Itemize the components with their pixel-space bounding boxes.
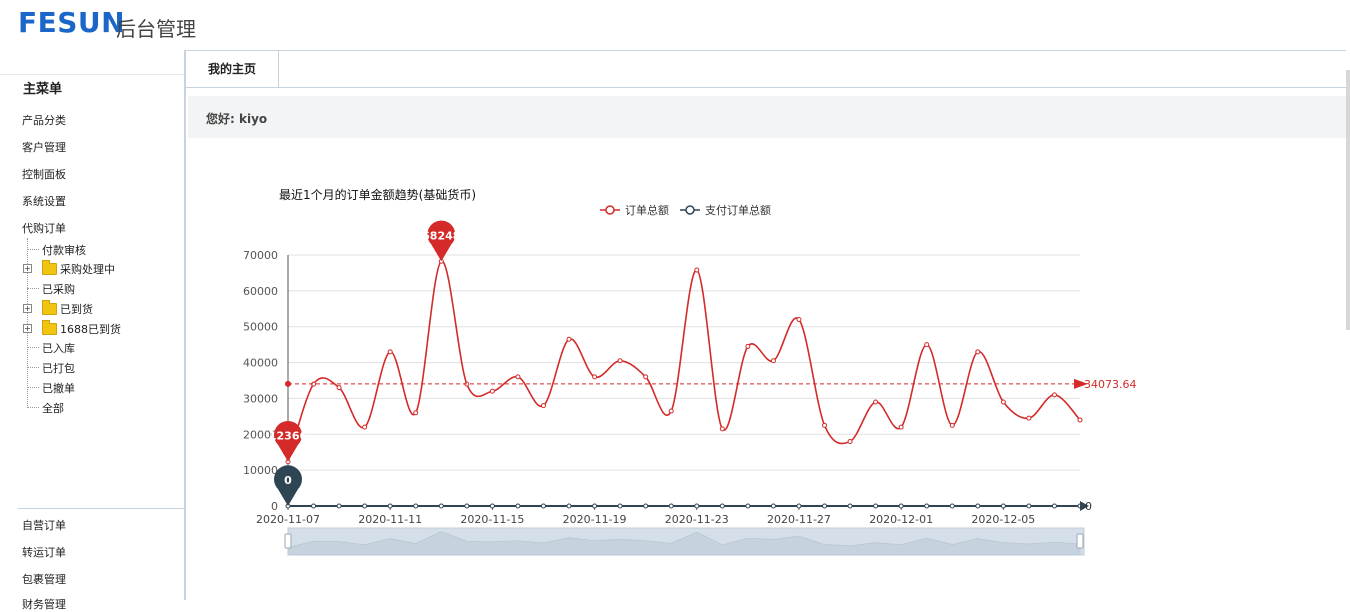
zoom-handle-right[interactable]: [1076, 533, 1084, 549]
series-paid-point: [413, 503, 419, 509]
series-paid-point: [822, 503, 828, 509]
y-tick-label: 50000: [243, 321, 278, 334]
x-tick-label: 2020-12-05: [971, 513, 1035, 526]
y-tick-label: 40000: [243, 357, 278, 370]
series-order-point: [898, 424, 904, 430]
series-paid-point: [438, 503, 444, 509]
series-order-point: [515, 374, 521, 380]
series-order-point: [643, 374, 649, 380]
y-tick-label: 60000: [243, 285, 278, 298]
series-paid-point: [975, 503, 981, 509]
series-order-point: [745, 343, 751, 349]
y-tick-label: 70000: [243, 249, 278, 262]
series-paid-point: [770, 503, 776, 509]
x-tick-label: 2020-11-19: [563, 513, 627, 526]
y-tick-label: 30000: [243, 392, 278, 405]
series-paid-point: [719, 503, 725, 509]
min-pin-label: 12366: [269, 430, 308, 443]
legend-marker: [605, 205, 615, 215]
series-paid-point: [336, 503, 342, 509]
series-paid-point: [464, 503, 470, 509]
x-tick-label: 2020-11-27: [767, 513, 831, 526]
series-order-point: [387, 349, 393, 355]
series-order-point: [1000, 399, 1006, 405]
series-order-point: [847, 438, 853, 444]
series-order-point: [362, 424, 368, 430]
series-paid-point: [540, 503, 546, 509]
series-paid-point: [617, 503, 623, 509]
series-paid-point: [489, 503, 495, 509]
series-order-point: [1051, 392, 1057, 398]
zoom-handle-left[interactable]: [284, 533, 292, 549]
series-paid-point: [311, 503, 317, 509]
series-order-point: [1026, 415, 1032, 421]
mean-label: 34073.64: [1084, 378, 1137, 391]
legend-paid-total: 支付订单总额: [705, 203, 771, 217]
series-order-point: [668, 408, 674, 414]
series-paid-point: [924, 503, 930, 509]
series-order-point: [873, 399, 879, 405]
legend-order-total: 订单总额: [625, 203, 669, 217]
series-order-point: [413, 410, 419, 416]
series-paid-point: [515, 503, 521, 509]
x-tick-label: 2020-11-15: [460, 513, 524, 526]
y-tick-label: 0: [271, 500, 278, 513]
series-order-point: [949, 422, 955, 428]
series-paid-point: [745, 503, 751, 509]
series-order-point: [1077, 417, 1083, 423]
series-paid-point: [668, 503, 674, 509]
series-paid-point: [949, 503, 955, 509]
series-order-point: [336, 385, 342, 391]
series-paid-point: [592, 503, 598, 509]
series-order-point: [822, 422, 828, 428]
series-order-point: [566, 336, 572, 342]
x-tick-label: 2020-11-11: [358, 513, 422, 526]
series-paid-point: [1000, 503, 1006, 509]
series-paid-point: [847, 503, 853, 509]
y-tick-label: 10000: [243, 464, 278, 477]
x-tick-label: 2020-12-01: [869, 513, 933, 526]
series-paid-point: [643, 503, 649, 509]
series-order-point: [489, 388, 495, 394]
series-paid-point: [362, 503, 368, 509]
series-paid-point: [387, 503, 393, 509]
order-trend-chart: 订单总额 支付订单总额 01000020000300004000050000600…: [243, 203, 1137, 556]
series-paid-point: [873, 503, 879, 509]
x-tick-label: 2020-11-23: [665, 513, 729, 526]
series-paid-point: [898, 503, 904, 509]
series-order-point: [770, 358, 776, 364]
series-paid-end-label: 0: [1085, 500, 1092, 513]
series-paid-point: [796, 503, 802, 509]
series-paid-point: [1026, 503, 1032, 509]
max-pin-label: 68248: [422, 229, 460, 242]
paid-min-pin-label: 0: [284, 474, 292, 487]
series-order-point: [924, 342, 930, 348]
series-order-point: [719, 426, 725, 432]
series-order-point: [796, 317, 802, 323]
mean-start-point: [285, 380, 291, 387]
series-paid-point: [566, 503, 572, 509]
series-order-point: [592, 374, 598, 380]
x-tick-label: 2020-11-07: [256, 513, 320, 526]
series-order-point: [975, 349, 981, 355]
series-order-point: [617, 358, 623, 364]
series-paid-point: [694, 503, 700, 509]
series-paid-point: [1051, 503, 1057, 509]
series-order-point: [694, 267, 700, 273]
series-order-point: [540, 403, 546, 409]
legend-marker: [685, 205, 695, 215]
